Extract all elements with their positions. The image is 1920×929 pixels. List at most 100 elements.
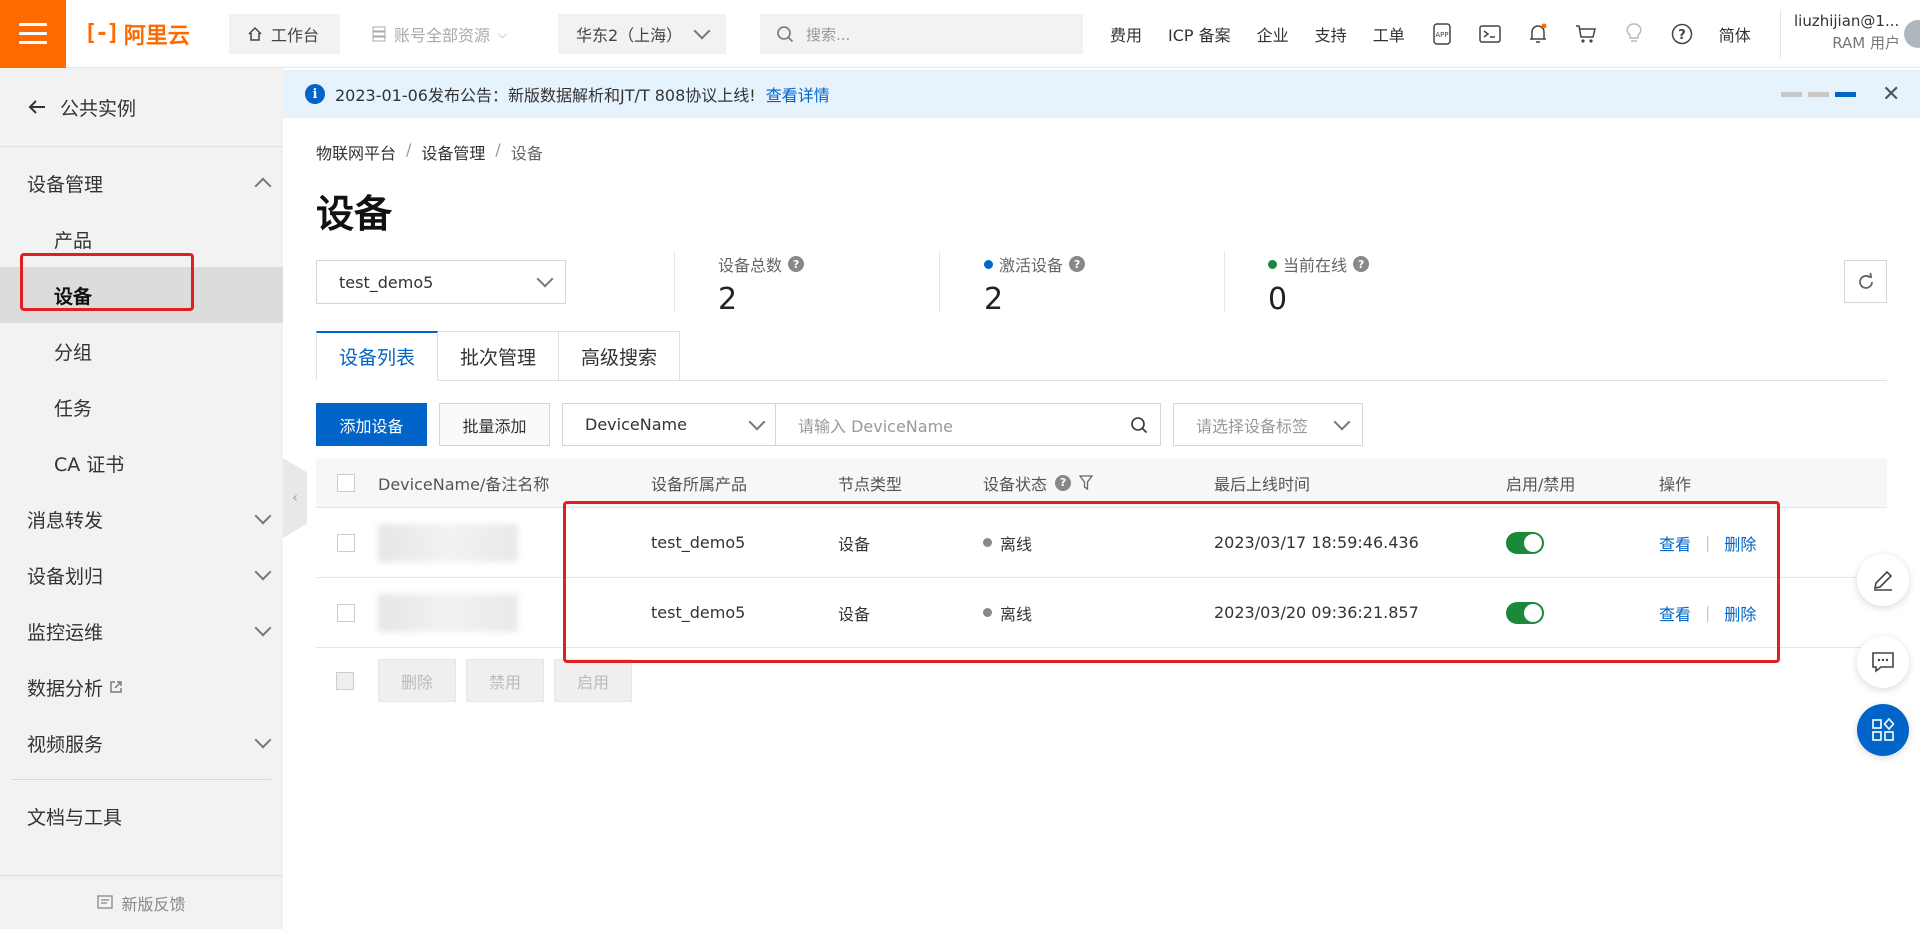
tab-advanced-search[interactable]: 高级搜索 — [559, 331, 681, 381]
sidebar-group-message-forward[interactable]: 消息转发 — [0, 491, 283, 547]
help-icon[interactable]: ? — [1353, 256, 1370, 272]
group-label: 设备划归 — [27, 565, 104, 588]
sidebar-item-label: 任务 — [54, 397, 93, 420]
apps-float-button[interactable] — [1857, 704, 1909, 756]
chat-icon — [1872, 652, 1894, 673]
sidebar-group-device-management[interactable]: 设备管理 — [0, 155, 283, 211]
link-enterprise[interactable]: 企业 — [1257, 22, 1289, 46]
filter-icon[interactable] — [1079, 474, 1094, 491]
sidebar-group-device-assign[interactable]: 设备划归 — [0, 547, 283, 603]
region-dropdown[interactable]: 华东2（上海） — [558, 14, 726, 54]
stat-label: 当前在线 — [1283, 256, 1348, 275]
cart-icon[interactable] — [1575, 23, 1597, 45]
chevron-down-icon — [254, 619, 272, 637]
help-icon[interactable]: ? — [1055, 474, 1072, 491]
user-menu[interactable]: liuzhijian@1... RAM 用户 — [1780, 10, 1920, 58]
breadcrumb-separator: / — [495, 140, 501, 159]
bulk-delete-button[interactable]: 删除 — [378, 659, 456, 702]
breadcrumb-item[interactable]: 设备管理 — [421, 140, 485, 164]
sidebar-item-ca-cert[interactable]: CA 证书 — [0, 435, 283, 491]
chevron-down-icon — [536, 270, 554, 288]
stack-icon — [372, 26, 386, 42]
group-label: 数据分析 — [27, 677, 104, 700]
logo[interactable]: [-] 阿里云 — [84, 18, 190, 50]
sidebar-group-monitoring[interactable]: 监控运维 — [0, 603, 283, 659]
stat-label: 设备总数 — [718, 256, 783, 275]
pager-dot-active[interactable] — [1835, 92, 1856, 97]
terminal-icon[interactable] — [1478, 23, 1501, 45]
back-label: 公共实例 — [60, 97, 137, 120]
pager-dot[interactable] — [1781, 92, 1802, 97]
add-device-button[interactable]: 添加设备 — [316, 403, 427, 446]
sidebar-item-docs[interactable]: 文档与工具 — [0, 788, 283, 844]
bulk-disable-button[interactable]: 禁用 — [466, 659, 544, 702]
feedback-label: 新版反馈 — [121, 894, 186, 914]
bulk-actions: 删除 禁用 启用 — [336, 659, 632, 702]
device-name-input[interactable]: 请输入 DeviceName — [776, 403, 1161, 446]
link-icp[interactable]: ICP 备案 — [1168, 22, 1231, 46]
highlight-box — [20, 253, 194, 311]
sidebar-group-video[interactable]: 视频服务 — [0, 715, 283, 771]
announcement-link[interactable]: 查看详情 — [766, 82, 830, 106]
sidebar-item-label: CA 证书 — [54, 453, 125, 476]
sidebar-item-data-analysis[interactable]: 数据分析 — [0, 659, 283, 715]
app-icon[interactable]: APP — [1431, 23, 1453, 45]
select-all-checkbox[interactable] — [337, 473, 355, 492]
toolbar: 添加设备 批量添加 DeviceName 请输入 DeviceName 请选择设… — [316, 403, 1363, 446]
workbench-button[interactable]: 工作台 — [229, 14, 340, 54]
col-last-online: 最后上线时间 — [1214, 474, 1311, 494]
col-enable: 启用/禁用 — [1506, 474, 1576, 494]
edit-float-button[interactable] — [1857, 554, 1909, 606]
sidebar-item-task[interactable]: 任务 — [0, 379, 283, 435]
announcement-text: 2023-01-06发布公告：新版数据解析和JT/T 808协议上线! — [335, 86, 756, 105]
region-label: 华东2（上海） — [576, 26, 683, 45]
resources-dropdown[interactable]: 账号全部资源 ⌵ — [372, 14, 507, 54]
search-icon[interactable] — [1130, 416, 1148, 434]
link-fees[interactable]: 费用 — [1110, 22, 1142, 46]
chat-float-button[interactable] — [1857, 636, 1909, 688]
chevron-down-icon — [748, 413, 766, 430]
chevron-up-icon — [254, 177, 272, 195]
row-checkbox[interactable] — [337, 603, 355, 622]
announcement-bar: i 2023-01-06发布公告：新版数据解析和JT/T 808协议上线! 查看… — [283, 70, 1920, 118]
stat-active-devices: 激活设备? 2 — [984, 252, 1086, 317]
apps-grid-icon — [1872, 718, 1895, 741]
hamburger-menu-button[interactable] — [0, 0, 66, 68]
feedback-button[interactable]: 新版反馈 — [0, 875, 283, 929]
global-search[interactable]: 搜索... — [760, 14, 1083, 54]
bell-icon[interactable] — [1527, 23, 1549, 45]
chevron-down-icon — [254, 563, 272, 581]
breadcrumb-item[interactable]: 物联网平台 — [316, 140, 396, 164]
sidebar-collapse-handle[interactable]: ‹ — [283, 458, 307, 538]
search-field-value: DeviceName — [585, 415, 687, 434]
help-icon[interactable]: ? — [788, 256, 805, 272]
tab-batch-management[interactable]: 批次管理 — [438, 331, 560, 381]
sidebar-item-group[interactable]: 分组 — [0, 323, 283, 379]
aliyun-logo-icon: [-] — [84, 21, 120, 46]
breadcrumb-current: 设备 — [510, 144, 543, 163]
batch-add-button[interactable]: 批量添加 — [439, 403, 550, 446]
link-support[interactable]: 支持 — [1315, 22, 1347, 46]
device-tag-select[interactable]: 请选择设备标签 — [1173, 403, 1363, 446]
user-role: RAM 用户 — [1832, 34, 1900, 52]
pager-dot[interactable] — [1808, 92, 1829, 97]
close-icon[interactable]: ✕ — [1882, 82, 1900, 107]
tab-device-list[interactable]: 设备列表 — [316, 331, 439, 381]
help-icon[interactable]: ? — [1671, 23, 1693, 45]
bulk-enable-button[interactable]: 启用 — [554, 659, 632, 702]
arrow-left-icon — [28, 100, 45, 114]
group-label: 视频服务 — [27, 733, 104, 756]
back-to-instances[interactable]: 公共实例 — [0, 68, 283, 147]
language-switch[interactable]: 简体 — [1719, 22, 1751, 46]
row-checkbox[interactable] — [337, 533, 355, 552]
help-icon[interactable]: ? — [1069, 256, 1086, 272]
product-select[interactable]: test_demo5 — [316, 260, 566, 304]
lightbulb-icon[interactable] — [1623, 23, 1645, 45]
bulk-select-checkbox[interactable] — [336, 671, 354, 690]
refresh-button[interactable] — [1844, 260, 1887, 303]
feedback-icon — [97, 894, 114, 909]
search-icon — [777, 26, 794, 43]
search-field-select[interactable]: DeviceName — [562, 403, 776, 446]
tabs: 设备列表 批次管理 高级搜索 — [316, 331, 681, 381]
link-ticket[interactable]: 工单 — [1373, 22, 1405, 46]
